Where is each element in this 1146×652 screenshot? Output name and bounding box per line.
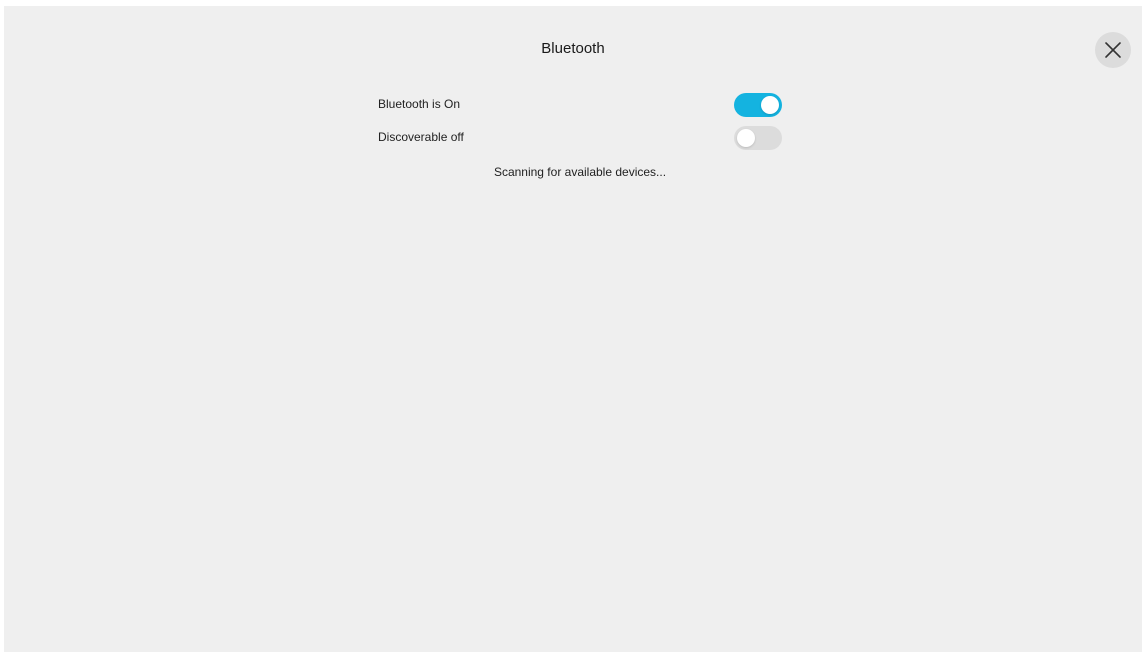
- toggle-knob: [737, 129, 755, 147]
- toggle-knob: [761, 96, 779, 114]
- bluetooth-toggle[interactable]: [734, 93, 782, 117]
- scanning-status: Scanning for available devices...: [493, 165, 667, 179]
- discoverable-setting-row: Discoverable off: [378, 126, 782, 150]
- discoverable-toggle[interactable]: [734, 126, 782, 150]
- bluetooth-label: Bluetooth is On: [378, 97, 461, 111]
- close-icon: [1105, 42, 1121, 58]
- close-button[interactable]: [1095, 32, 1131, 68]
- bluetooth-dialog: Bluetooth Bluetooth is On Discoverable o…: [4, 6, 1142, 652]
- discoverable-label: Discoverable off: [378, 130, 464, 144]
- bluetooth-setting-row: Bluetooth is On: [378, 93, 782, 117]
- dialog-title: Bluetooth: [541, 40, 605, 57]
